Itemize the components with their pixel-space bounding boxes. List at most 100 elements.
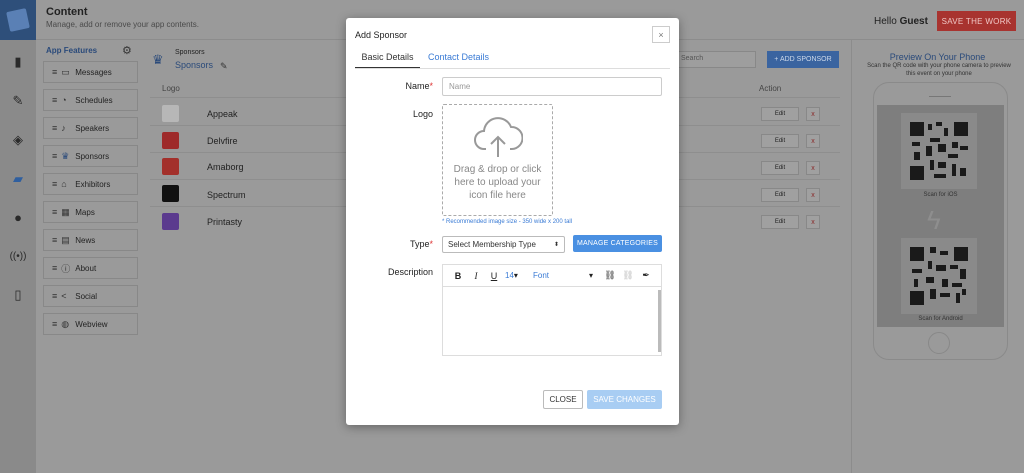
feature-label: About	[75, 263, 97, 273]
edit-button[interactable]: Edit	[761, 161, 799, 175]
drag-handle-icon[interactable]: ≡	[52, 319, 57, 329]
feature-item-webview[interactable]: ≡ ◍ Webview	[43, 313, 138, 335]
layers-icon[interactable]: ◈	[0, 130, 36, 150]
sponsor-name: Amaborg	[207, 162, 244, 172]
description-label: Description	[387, 267, 433, 277]
app-logo[interactable]	[0, 0, 36, 40]
unlink-icon[interactable]: ⛓	[619, 270, 637, 281]
android-qr-code	[901, 238, 977, 314]
tab-basic-details[interactable]: Basic Details	[355, 49, 420, 69]
greeting-text: Hello	[874, 16, 897, 27]
edit-button[interactable]: Edit	[761, 215, 799, 229]
pencil-icon[interactable]: ✎	[220, 61, 228, 72]
document-icon[interactable]: ▮	[0, 52, 36, 72]
delete-button[interactable]: x	[806, 215, 820, 229]
edit-button[interactable]: Edit	[761, 188, 799, 202]
store-icon: ⌂	[61, 179, 67, 189]
feature-item-speakers[interactable]: ≡ ♪ Speakers	[43, 117, 138, 139]
modal-title: Add Sponsor	[355, 30, 408, 40]
upload-size-note: * Recommended image size - 350 wide x 20…	[442, 219, 573, 225]
drag-handle-icon[interactable]: ≡	[52, 67, 57, 77]
search-input[interactable]: Search	[676, 51, 756, 68]
editor-toolbar: B I U 14▾ Font ▾ ⛓ ⛓ ✒	[442, 264, 662, 286]
sponsor-logo	[162, 185, 179, 202]
phone-icon[interactable]: ▯	[0, 285, 36, 305]
feature-item-about[interactable]: ≡ ⓘ About	[43, 257, 138, 279]
feature-item-news[interactable]: ≡ ▤ News	[43, 229, 138, 251]
drag-handle-icon[interactable]: ≡	[52, 263, 57, 273]
gear-icon[interactable]: ⚙	[122, 44, 132, 57]
microphone-icon: ♪	[61, 123, 66, 133]
folder-icon[interactable]: ▰	[0, 169, 36, 189]
section-breadcrumb: Sponsors	[175, 49, 205, 56]
crown-icon: ♛	[152, 52, 164, 67]
manage-categories-button[interactable]: MANAGE CATEGORIES	[573, 235, 662, 252]
delete-button[interactable]: x	[806, 161, 820, 175]
feature-item-social[interactable]: ≡ < Social	[43, 285, 138, 307]
delete-button[interactable]: x	[806, 107, 820, 121]
name-label: Name*	[405, 81, 433, 91]
share-icon: <	[61, 291, 67, 301]
type-label: Type*	[409, 239, 433, 249]
add-sponsor-button[interactable]: + ADD SPONSOR	[767, 51, 839, 68]
font-size-select[interactable]: 14▾	[505, 271, 527, 280]
column-header-action: Action	[759, 84, 782, 93]
drag-handle-icon[interactable]: ≡	[52, 151, 57, 161]
save-changes-button[interactable]: SAVE CHANGES	[587, 390, 662, 409]
font-family-select[interactable]: Font ▾	[533, 271, 593, 280]
edit-button[interactable]: Edit	[761, 134, 799, 148]
feature-item-exhibitors[interactable]: ≡ ⌂ Exhibitors	[43, 173, 138, 195]
drag-handle-icon[interactable]: ≡	[52, 179, 57, 189]
delete-button[interactable]: x	[806, 134, 820, 148]
map-icon: ▦	[61, 206, 70, 217]
ios-qr-code	[901, 113, 977, 189]
underline-button[interactable]: U	[485, 271, 503, 281]
cloud-upload-icon	[473, 117, 523, 157]
sponsor-name: Appeak	[207, 109, 238, 119]
sponsor-logo	[162, 105, 179, 122]
drag-handle-icon[interactable]: ≡	[52, 235, 57, 245]
feature-item-schedules[interactable]: ≡ ◔ Schedules	[43, 89, 138, 111]
sponsor-logo	[162, 213, 179, 230]
color-picker-icon[interactable]: ✒	[637, 270, 655, 281]
close-icon[interactable]: ×	[652, 26, 670, 43]
logo-upload-dropzone[interactable]: Drag & drop or click here to upload your…	[442, 104, 553, 216]
page-subtitle: Manage, add or remove your app contents.	[46, 20, 199, 29]
italic-button[interactable]: I	[467, 271, 485, 281]
column-header-logo: Logo	[162, 84, 180, 93]
drag-handle-icon[interactable]: ≡	[52, 207, 57, 217]
bold-button[interactable]: B	[449, 271, 467, 281]
edit-button[interactable]: Edit	[761, 107, 799, 121]
news-icon: ▤	[61, 234, 70, 245]
features-title: App Features	[46, 46, 98, 55]
link-icon[interactable]: ⛓	[601, 270, 619, 281]
close-button[interactable]: CLOSE	[543, 390, 583, 409]
phone-home-button	[928, 332, 950, 354]
name-field[interactable]	[442, 77, 662, 96]
tab-contact-details[interactable]: Contact Details	[426, 49, 491, 69]
feature-label: Schedules	[75, 95, 113, 105]
crown-icon: ♛	[61, 150, 70, 161]
save-work-button[interactable]: SAVE THE WORK	[937, 11, 1016, 31]
user-name: Guest	[899, 16, 928, 27]
clock-icon: ◔	[61, 95, 67, 105]
brush-icon[interactable]: ✎	[0, 91, 36, 111]
drag-handle-icon[interactable]: ≡	[52, 291, 57, 301]
drag-handle-icon[interactable]: ≡	[52, 95, 57, 105]
feature-item-maps[interactable]: ≡ ▦ Maps	[43, 201, 138, 223]
info-icon: ⓘ	[61, 263, 71, 274]
broadcast-icon[interactable]: ((•))	[0, 246, 36, 266]
drag-handle-icon[interactable]: ≡	[52, 123, 57, 133]
description-editor[interactable]	[442, 286, 662, 356]
preview-subtitle: Scan the QR code with your phone camera …	[867, 63, 1011, 77]
upload-instructions: Drag & drop or click here to upload your…	[453, 164, 542, 201]
feature-label: Speakers	[75, 123, 110, 133]
editor-scrollbar[interactable]	[658, 290, 661, 352]
feature-label: Exhibitors	[75, 179, 111, 189]
feature-item-sponsors[interactable]: ≡ ♛ Sponsors	[43, 145, 138, 167]
feature-item-messages[interactable]: ≡ ▭ Messages	[43, 61, 138, 83]
delete-button[interactable]: x	[806, 188, 820, 202]
user-icon[interactable]: ●	[0, 207, 36, 227]
lightning-icon: ϟ	[927, 205, 941, 235]
membership-type-select[interactable]: Select Membership Type ⬍	[442, 236, 565, 253]
